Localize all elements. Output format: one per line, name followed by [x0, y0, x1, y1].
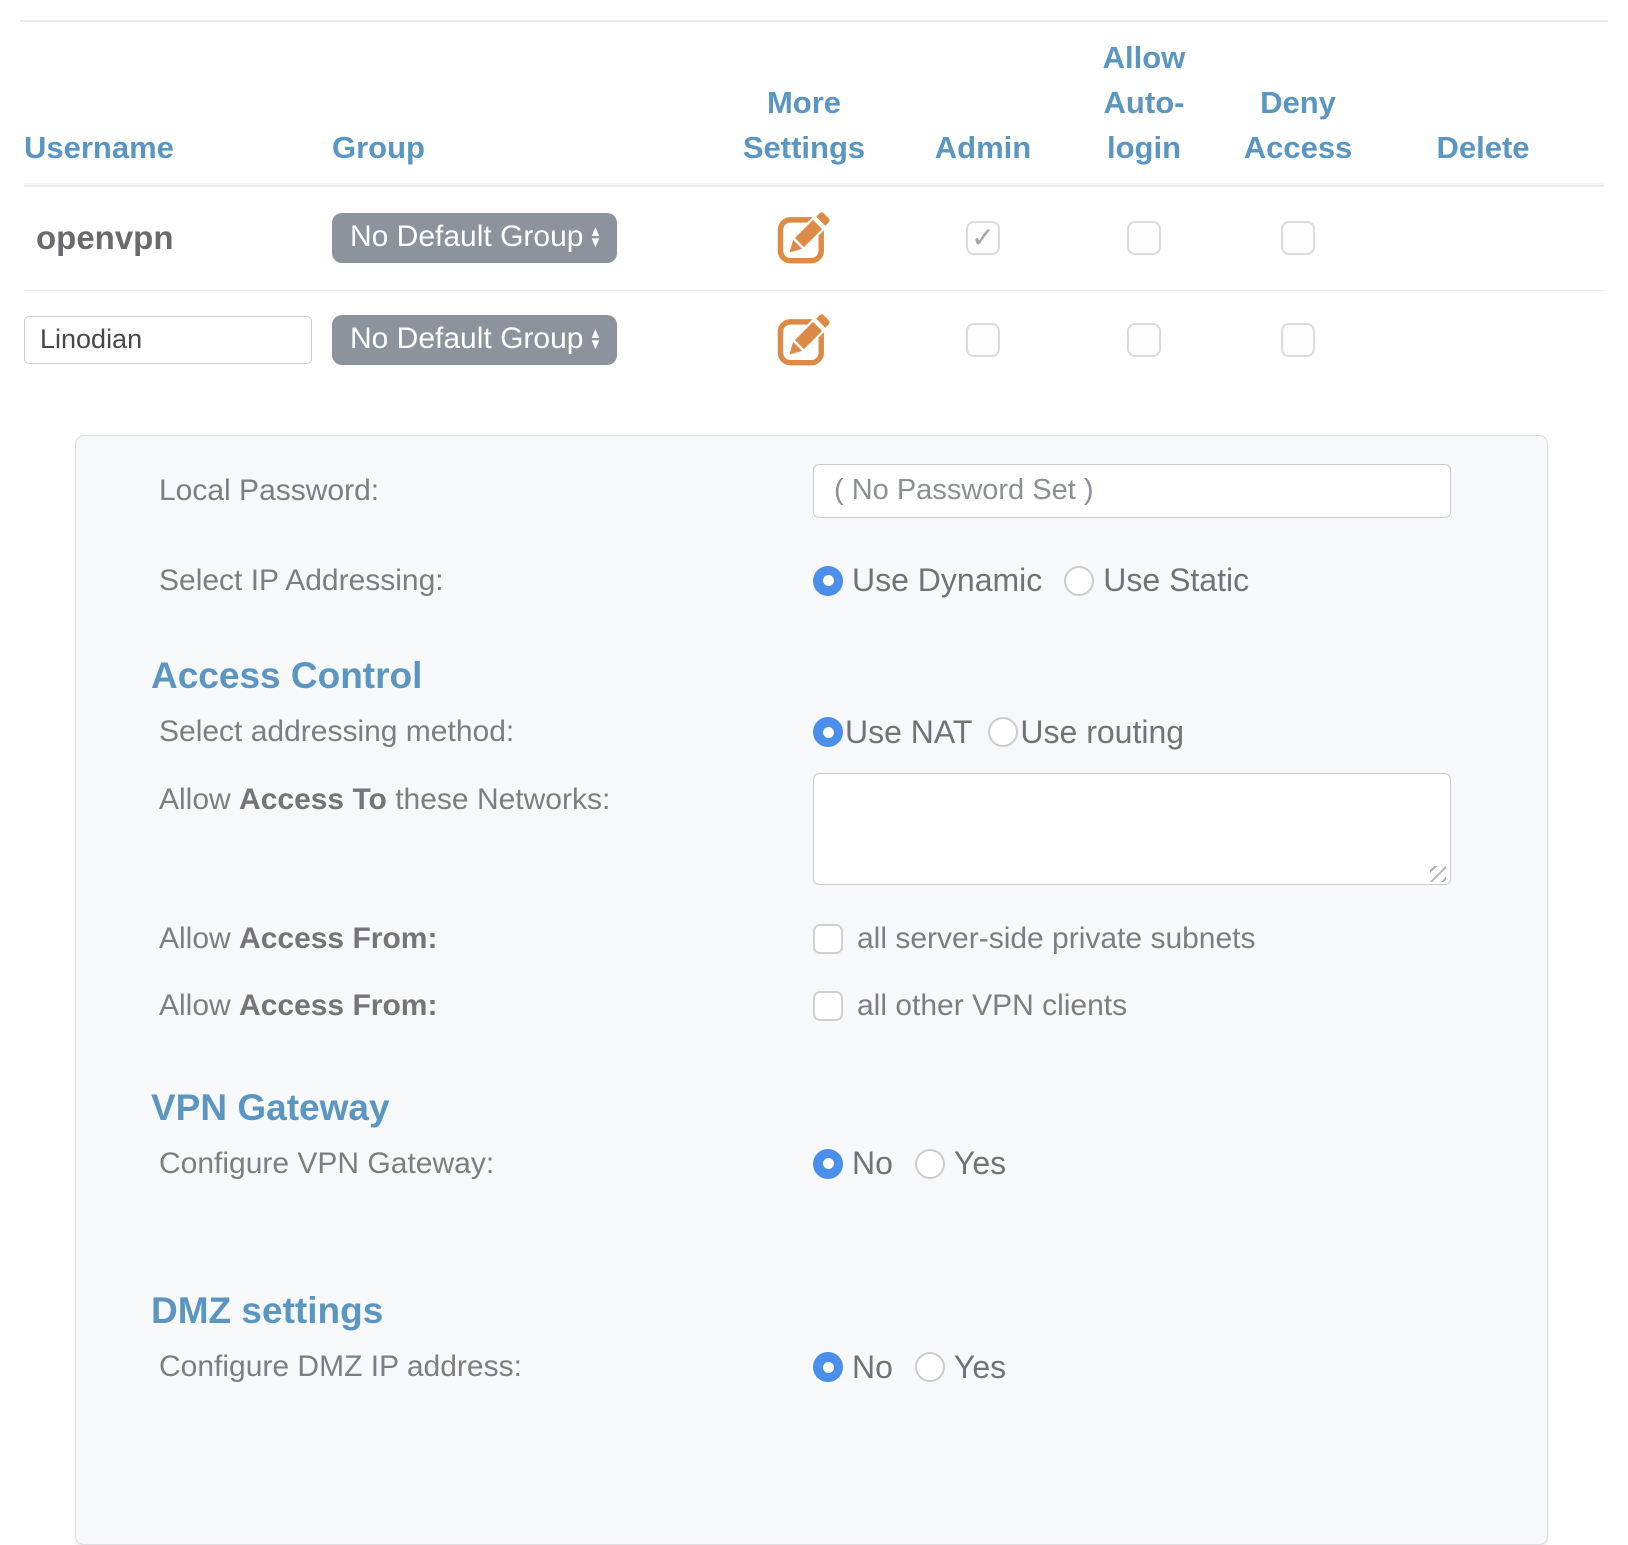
label-text: Allow: [159, 922, 239, 955]
vpn-gateway-heading: VPN Gateway: [151, 1087, 1451, 1129]
group-select-value: No Default Group: [350, 322, 583, 356]
use-nat-radio[interactable]: [813, 717, 843, 747]
deny-access-checkbox[interactable]: [1281, 221, 1315, 255]
addressing-method-label: Select addressing method:: [159, 713, 813, 751]
more-settings-button[interactable]: [775, 311, 833, 369]
table-header: Username Group More Settings Admin Allow…: [24, 22, 1604, 183]
access-to-label: Allow Access To these Networks:: [159, 773, 813, 819]
access-from-label: Allow Access From:: [159, 987, 813, 1025]
other-vpn-clients-label: all other VPN clients: [857, 989, 1127, 1023]
access-from-label: Allow Access From:: [159, 920, 813, 958]
label-text: Allow: [159, 783, 239, 816]
dmz-yes-label: Yes: [954, 1349, 1006, 1386]
admin-checkbox[interactable]: [966, 323, 1000, 357]
vpn-gateway-yes-radio[interactable]: [915, 1149, 945, 1179]
ip-addressing-label: Select IP Addressing:: [159, 562, 813, 600]
table-row: No Default Group: [24, 291, 1604, 389]
col-header-allow-autologin: Allow Auto-login: [1080, 36, 1208, 183]
access-to-networks-textarea[interactable]: [813, 773, 1451, 885]
vpn-gateway-no-label: No: [852, 1145, 893, 1182]
resize-grip-icon[interactable]: [1430, 866, 1446, 882]
vpn-gateway-yes-label: Yes: [954, 1145, 1006, 1182]
group-select[interactable]: No Default Group: [332, 315, 617, 365]
username-text: openvpn: [24, 219, 174, 257]
edit-icon: [775, 209, 833, 267]
col-header-deny-access: Deny Access: [1208, 81, 1388, 183]
col-header-more-settings: More Settings: [722, 81, 886, 183]
access-from-subnets-row: Allow Access From: all server-side priva…: [159, 920, 1451, 958]
other-vpn-clients-checkbox[interactable]: [813, 991, 843, 1021]
server-side-subnets-checkbox[interactable]: [813, 924, 843, 954]
configure-dmz-label: Configure DMZ IP address:: [159, 1348, 813, 1386]
col-header-username: Username: [24, 126, 332, 183]
label-bold-text: Access To: [239, 783, 387, 816]
configure-vpn-gateway-label: Configure VPN Gateway:: [159, 1145, 813, 1183]
dmz-yes-radio[interactable]: [915, 1352, 945, 1382]
label-text: Allow: [159, 989, 239, 1022]
group-select[interactable]: No Default Group: [332, 213, 617, 263]
label-text: these Networks:: [387, 783, 610, 816]
label-bold-text: Access From:: [239, 922, 437, 955]
use-nat-label: Use NAT: [845, 714, 972, 751]
group-select-value: No Default Group: [350, 220, 583, 254]
use-static-label: Use Static: [1103, 562, 1249, 599]
local-password-row: Local Password:: [159, 464, 1451, 518]
new-username-input[interactable]: [24, 316, 312, 364]
vpn-gateway-no-radio[interactable]: [813, 1149, 843, 1179]
col-header-delete: Delete: [1388, 126, 1578, 183]
label-bold-text: Access From:: [239, 989, 437, 1022]
up-down-arrows-icon: [589, 328, 602, 350]
edit-icon: [775, 311, 833, 369]
configure-vpn-gateway-row: Configure VPN Gateway: No Yes: [159, 1145, 1451, 1183]
table-row: openvpn No Default Group: [24, 187, 1604, 291]
dmz-settings-heading: DMZ settings: [151, 1290, 1451, 1332]
use-dynamic-radio[interactable]: [813, 566, 843, 596]
dmz-no-label: No: [852, 1349, 893, 1386]
use-routing-label: Use routing: [1020, 714, 1184, 751]
more-settings-button[interactable]: [775, 209, 833, 267]
deny-access-checkbox[interactable]: [1281, 323, 1315, 357]
use-dynamic-label: Use Dynamic: [852, 562, 1042, 599]
access-to-networks-row: Allow Access To these Networks:: [159, 773, 1451, 890]
local-password-label: Local Password:: [159, 472, 813, 510]
user-permissions-table: Username Group More Settings Admin Allow…: [24, 22, 1604, 389]
col-header-admin: Admin: [886, 126, 1080, 183]
configure-dmz-row: Configure DMZ IP address: No Yes: [159, 1348, 1451, 1386]
local-password-input[interactable]: [813, 464, 1451, 518]
use-routing-radio[interactable]: [988, 717, 1018, 747]
use-static-radio[interactable]: [1064, 566, 1094, 596]
col-header-group: Group: [332, 126, 722, 183]
server-side-subnets-label: all server-side private subnets: [857, 922, 1256, 956]
access-from-clients-row: Allow Access From: all other VPN clients: [159, 987, 1451, 1025]
access-control-heading: Access Control: [151, 655, 1451, 697]
allow-autologin-checkbox[interactable]: [1127, 323, 1161, 357]
dmz-no-radio[interactable]: [813, 1352, 843, 1382]
user-settings-panel: Local Password: Select IP Addressing: Us…: [75, 435, 1548, 1545]
addressing-method-row: Select addressing method: Use NAT Use ro…: [159, 713, 1451, 751]
admin-checkbox[interactable]: [966, 221, 1000, 255]
ip-addressing-row: Select IP Addressing: Use Dynamic Use St…: [159, 562, 1451, 600]
up-down-arrows-icon: [589, 226, 602, 248]
allow-autologin-checkbox[interactable]: [1127, 221, 1161, 255]
